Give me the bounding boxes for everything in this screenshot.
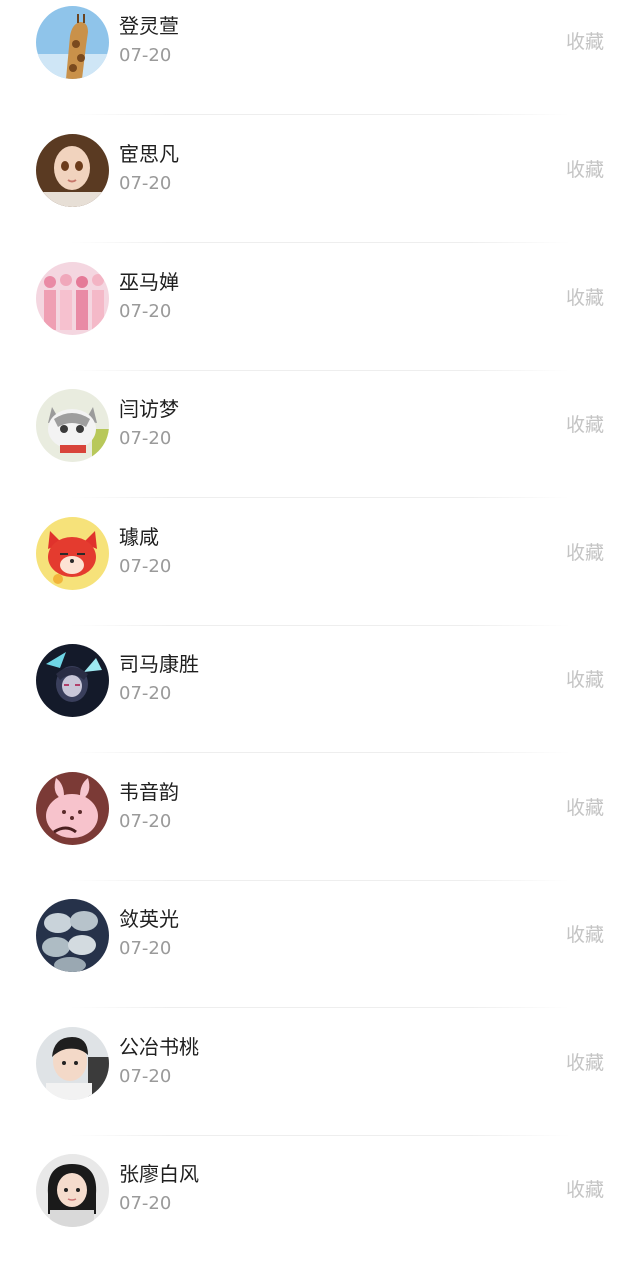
contact-name: 宦思凡 [119,142,179,166]
contact-name: 张廖白风 [119,1162,199,1186]
list-item[interactable]: 韦音韵 07-20 收藏 [0,680,640,881]
contact-name: 敛英光 [119,907,179,931]
list-item[interactable]: 闫访梦 07-20 收藏 [0,297,640,498]
list-item[interactable]: 登灵萱 07-20 收藏 [0,0,640,115]
contact-name: 璩咸 [119,524,159,549]
favorite-button[interactable]: 收藏 [566,1178,604,1202]
list-item[interactable]: 敛英光 07-20 收藏 [0,807,640,1008]
list-item[interactable]: 张廖白风 07-20 收藏 [0,1062,640,1227]
contact-name: 闫访梦 [119,397,179,421]
list-item[interactable]: 公冶书桃 07-20 收藏 [0,935,640,1136]
contact-name: 司马康胜 [119,652,199,676]
contact-date: 07-20 [119,1193,172,1214]
list-item[interactable]: 巫马婵 07-20 收藏 [0,170,640,371]
girl-avatar[interactable] [36,1154,109,1227]
list-item[interactable]: 司马康胜 07-20 收藏 [0,552,640,753]
contact-name: 登灵萱 [119,14,179,38]
contact-name: 巫马婵 [119,269,179,294]
contact-name: 公冶书桃 [119,1034,199,1059]
list-item[interactable]: 璩咸 07-20 收藏 [0,425,640,626]
contact-list: 登灵萱 07-20 收藏 宦思凡 07-20 收藏 巫马婵 07-20 收藏 闫… [0,0,640,1227]
list-item[interactable]: 宦思凡 07-20 收藏 [0,42,640,243]
contact-name: 韦音韵 [119,779,179,804]
